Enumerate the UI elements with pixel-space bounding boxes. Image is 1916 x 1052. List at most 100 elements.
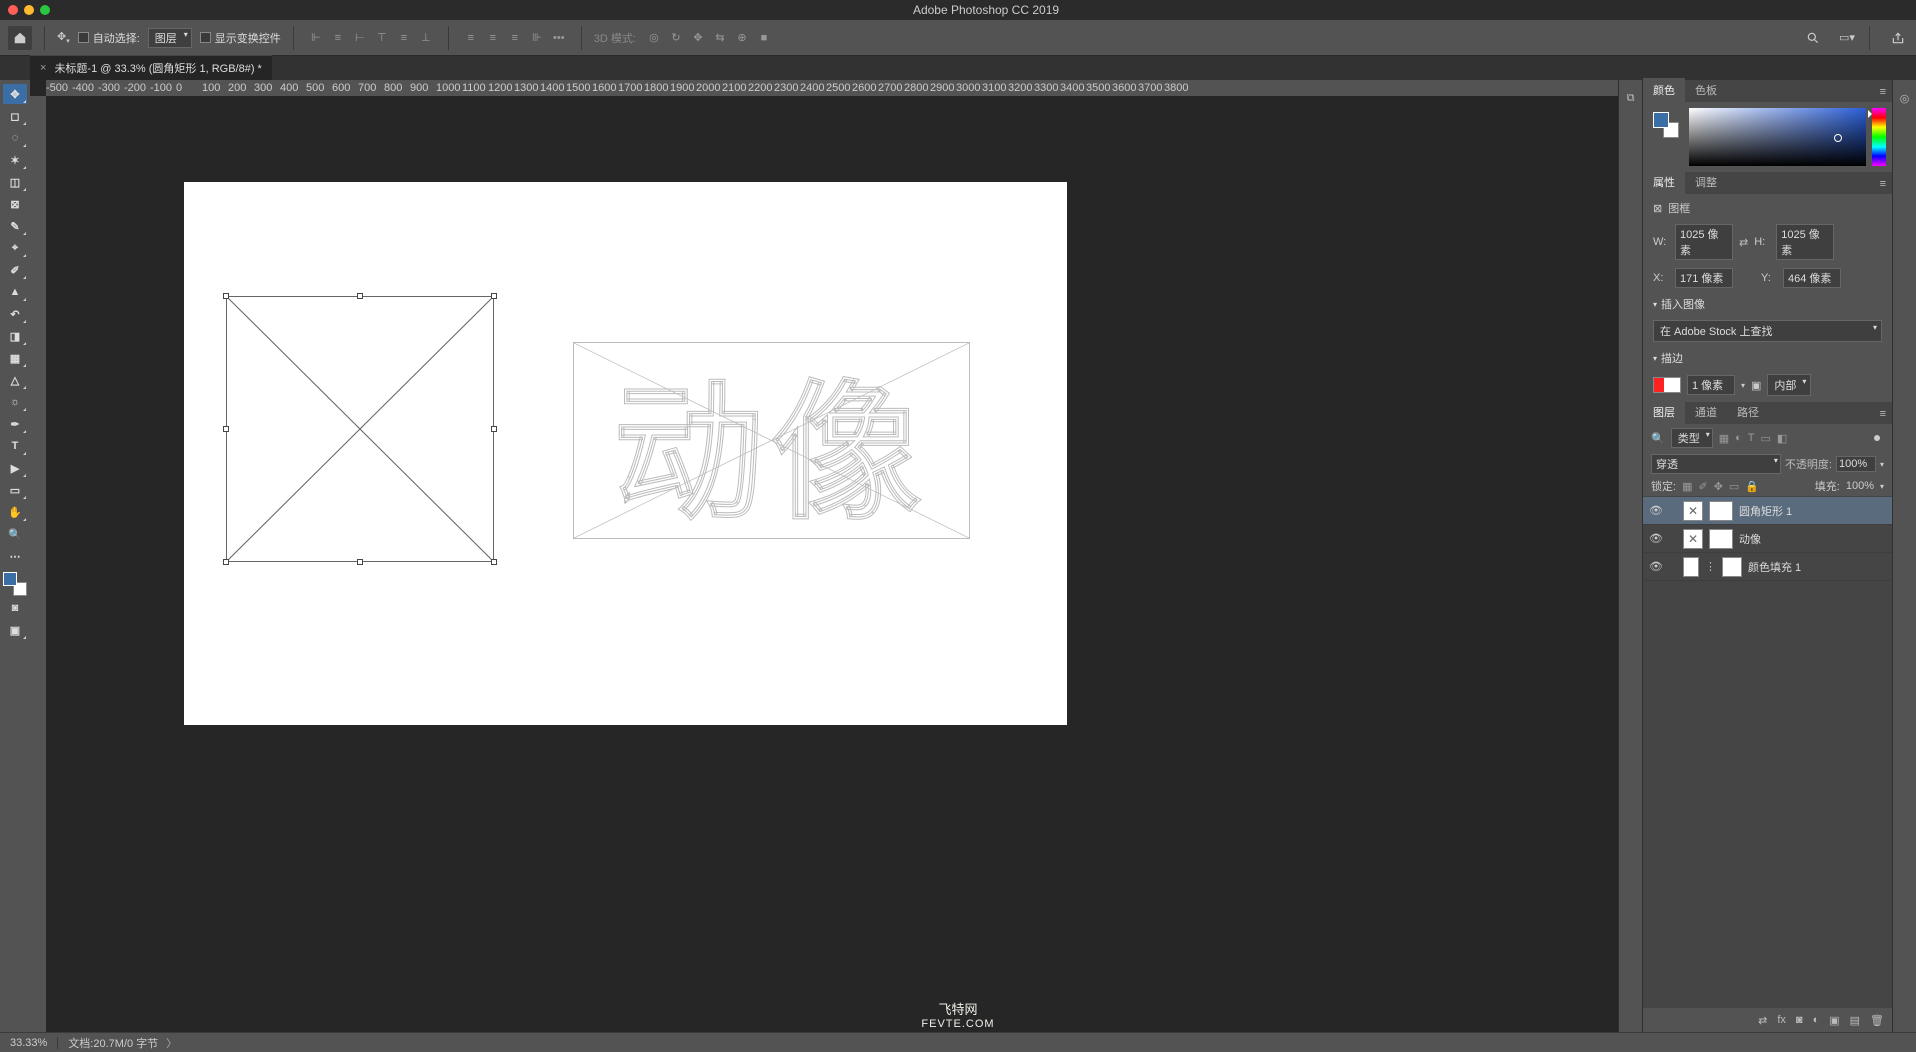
quick-mask-toggle[interactable]: ◙ bbox=[3, 598, 27, 618]
tab-paths[interactable]: 路径 bbox=[1727, 400, 1769, 424]
blend-mode-dropdown[interactable]: 穿透 bbox=[1651, 454, 1781, 474]
color-swatches[interactable] bbox=[3, 572, 27, 596]
tab-channels[interactable]: 通道 bbox=[1685, 400, 1727, 424]
new-fill-adjustment-button[interactable]: ◐ bbox=[1813, 1014, 1820, 1026]
align-vcenter-button[interactable]: ≡ bbox=[394, 28, 414, 48]
lock-artboard-button[interactable]: ▭ bbox=[1729, 480, 1739, 493]
brush-tool[interactable]: ✐ bbox=[3, 260, 27, 280]
foreground-color-swatch[interactable] bbox=[1653, 112, 1669, 128]
selected-frame-object[interactable] bbox=[226, 296, 494, 562]
align-top-button[interactable]: ⊤ bbox=[372, 28, 392, 48]
more-align-button[interactable]: ••• bbox=[549, 28, 569, 48]
layer-thumbnail[interactable] bbox=[1683, 557, 1699, 577]
layer-thumbnail[interactable] bbox=[1709, 501, 1733, 521]
transform-handle[interactable] bbox=[491, 559, 497, 565]
workspace-switcher-button[interactable]: ▭▾ bbox=[1837, 28, 1857, 48]
eraser-tool[interactable]: ◨ bbox=[3, 326, 27, 346]
hue-slider-thumb[interactable] bbox=[1868, 110, 1872, 118]
tab-swatches[interactable]: 色板 bbox=[1685, 78, 1727, 102]
maximize-window-button[interactable] bbox=[40, 5, 50, 15]
new-layer-button[interactable]: ▤ bbox=[1850, 1014, 1860, 1027]
rectangle-tool[interactable]: ▭ bbox=[3, 480, 27, 500]
transform-handle[interactable] bbox=[491, 426, 497, 432]
align-right-button[interactable]: ⊢ bbox=[350, 28, 370, 48]
x-input[interactable]: 171 像素 bbox=[1675, 268, 1733, 288]
panel-menu-button[interactable]: ≡ bbox=[1874, 404, 1892, 424]
auto-select-option[interactable]: 自动选择: bbox=[78, 30, 140, 46]
libraries-button[interactable]: ◎ bbox=[1895, 88, 1915, 108]
stroke-align-dropdown[interactable]: 内部 bbox=[1767, 374, 1811, 396]
3d-zoom-button[interactable]: ⊕ bbox=[732, 28, 752, 48]
layer-name[interactable]: 圆角矩形 1 bbox=[1739, 503, 1792, 519]
edit-toolbar-button[interactable]: ⋯ bbox=[3, 546, 27, 566]
3d-pan-button[interactable]: ✥ bbox=[688, 28, 708, 48]
color-field[interactable] bbox=[1689, 108, 1866, 166]
layer-name[interactable]: 动像 bbox=[1739, 531, 1761, 547]
visibility-toggle[interactable]: 👁 bbox=[1649, 504, 1663, 517]
vertical-ruler[interactable] bbox=[30, 96, 46, 1032]
3d-roll-button[interactable]: ↻ bbox=[666, 28, 686, 48]
history-panel-button[interactable]: ⧉ bbox=[1621, 88, 1641, 108]
height-input[interactable]: 1025 像素 bbox=[1776, 224, 1834, 260]
panel-menu-button[interactable]: ≡ bbox=[1874, 82, 1892, 102]
rectangular-marquee-tool[interactable]: ◻ bbox=[3, 106, 27, 126]
color-panel-swatches[interactable] bbox=[1653, 112, 1679, 138]
horizontal-ruler[interactable]: -500-400-300-200-10001002003004005006007… bbox=[46, 80, 1618, 96]
lock-all-button[interactable]: 🔒 bbox=[1745, 480, 1759, 493]
filter-smart-button[interactable]: ◧ bbox=[1777, 432, 1787, 445]
filter-adjustment-button[interactable]: ◐ bbox=[1735, 432, 1742, 444]
filter-shape-button[interactable]: ▭ bbox=[1761, 432, 1771, 445]
visibility-toggle[interactable]: 👁 bbox=[1649, 532, 1663, 545]
lock-transparent-button[interactable]: ▦ bbox=[1682, 480, 1692, 493]
close-tab-button[interactable]: × bbox=[40, 62, 46, 74]
align-left-button[interactable]: ⊩ bbox=[306, 28, 326, 48]
panel-menu-button[interactable]: ≡ bbox=[1874, 174, 1892, 194]
insert-image-section[interactable]: ▾插入图像 bbox=[1653, 296, 1882, 312]
transform-handle[interactable] bbox=[491, 293, 497, 299]
frame-thumbnail[interactable] bbox=[1683, 529, 1703, 549]
stroke-section[interactable]: ▾描边 bbox=[1653, 350, 1882, 366]
dist-hspacing-button[interactable]: ⊪ bbox=[527, 28, 547, 48]
layer-name[interactable]: 颜色填充 1 bbox=[1748, 559, 1801, 575]
dist-top-button[interactable]: ≡ bbox=[461, 28, 481, 48]
spot-healing-tool[interactable]: ⌖ bbox=[3, 238, 27, 258]
doc-info[interactable]: 文档:20.7M/0 字节 bbox=[68, 1035, 158, 1051]
tab-properties[interactable]: 属性 bbox=[1643, 170, 1685, 194]
close-window-button[interactable] bbox=[8, 5, 18, 15]
filter-pixel-button[interactable]: ▦ bbox=[1719, 432, 1729, 445]
gradient-tool[interactable]: ▦ bbox=[3, 348, 27, 368]
frame-tool[interactable]: ⊠ bbox=[3, 194, 27, 214]
delete-layer-button[interactable]: 🗑 bbox=[1870, 1014, 1884, 1027]
transform-handle[interactable] bbox=[357, 293, 363, 299]
transform-handle[interactable] bbox=[223, 559, 229, 565]
zoom-level[interactable]: 33.33% bbox=[10, 1037, 47, 1049]
visibility-toggle[interactable]: 👁 bbox=[1649, 560, 1663, 573]
layer-row[interactable]: 👁 圆角矩形 1 bbox=[1643, 497, 1892, 525]
transform-handle[interactable] bbox=[223, 426, 229, 432]
minimize-window-button[interactable] bbox=[24, 5, 34, 15]
insert-image-source-dropdown[interactable]: 在 Adobe Stock 上查找 bbox=[1653, 320, 1882, 342]
transform-handle[interactable] bbox=[223, 293, 229, 299]
hand-tool[interactable]: ✋ bbox=[3, 502, 27, 522]
layer-row[interactable]: 👁 ⋮ 颜色填充 1 bbox=[1643, 553, 1892, 581]
show-transform-option[interactable]: 显示变换控件 bbox=[200, 30, 281, 46]
dodge-tool[interactable]: ☼ bbox=[3, 392, 27, 412]
tab-adjustments[interactable]: 调整 bbox=[1685, 170, 1727, 194]
screen-mode-button[interactable]: ▣ bbox=[3, 620, 27, 640]
search-button[interactable] bbox=[1803, 28, 1823, 48]
quick-selection-tool[interactable]: ✶ bbox=[3, 150, 27, 170]
layer-row[interactable]: 👁 动像 bbox=[1643, 525, 1892, 553]
layer-style-button[interactable]: fx bbox=[1777, 1014, 1786, 1026]
link-dimensions-button[interactable]: ⇄ bbox=[1739, 236, 1748, 249]
home-button[interactable] bbox=[8, 26, 32, 50]
new-group-button[interactable]: ▣ bbox=[1829, 1014, 1839, 1027]
history-brush-tool[interactable]: ↶ bbox=[3, 304, 27, 324]
eyedropper-tool[interactable]: ✎ bbox=[3, 216, 27, 236]
opacity-input[interactable]: 100% bbox=[1836, 456, 1876, 472]
3d-camera-button[interactable]: ■ bbox=[754, 28, 774, 48]
path-selection-tool[interactable]: ▶ bbox=[3, 458, 27, 478]
dist-vcenter-button[interactable]: ≡ bbox=[483, 28, 503, 48]
filter-type-button[interactable]: T bbox=[1748, 432, 1755, 444]
fill-input[interactable]: 100% bbox=[1846, 480, 1874, 492]
filter-toggle-indicator[interactable] bbox=[1874, 435, 1880, 441]
